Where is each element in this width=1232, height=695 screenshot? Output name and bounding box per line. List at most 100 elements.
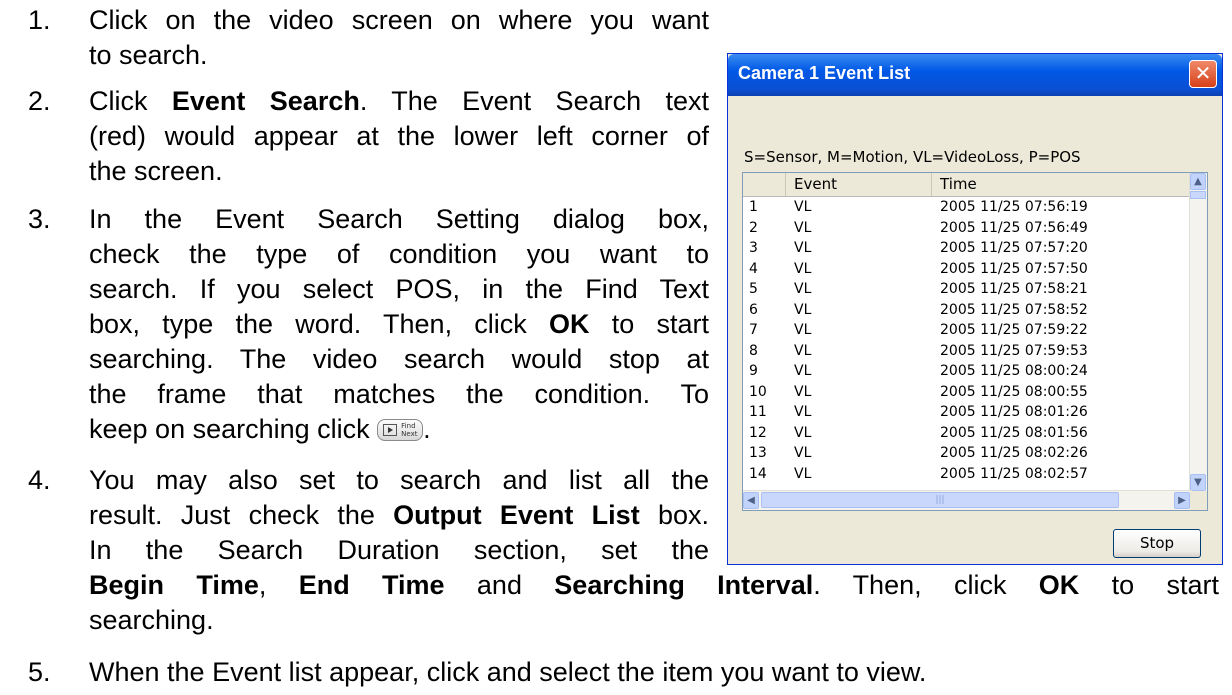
cell-time: 2005 11/25 08:00:55 <box>940 383 1088 400</box>
text-run: box. <box>639 500 709 530</box>
step-3: 3. In the Event Search Setting dialog bo… <box>28 202 709 452</box>
table-row[interactable]: 4 VL 2005 11/25 07:57:50 <box>743 259 1192 280</box>
step-text-line: search. If you select POS, in the Find T… <box>89 274 709 304</box>
bold-term: OK <box>549 309 590 339</box>
cell-time: 2005 11/25 08:00:24 <box>940 363 1088 379</box>
play-frame-icon <box>383 424 398 436</box>
cell-index: 3 <box>749 240 758 256</box>
cell-index: 12 <box>749 424 767 441</box>
cell-time: 2005 11/25 07:58:21 <box>940 281 1088 297</box>
step-text-line: the screen. <box>89 156 223 186</box>
column-header-index[interactable] <box>743 173 786 196</box>
step-text-line: searching. The video search would stop a… <box>89 344 709 374</box>
cell-event: VL <box>794 240 812 256</box>
text-run: Click <box>89 86 172 116</box>
table-row[interactable]: 13 VL 2005 11/25 08:02:26 <box>743 443 1192 464</box>
step-number: 5. <box>28 657 51 687</box>
cell-event: VL <box>794 404 812 420</box>
event-list-dialog: Camera 1 Event List ✕ S=Sensor, M=Motion… <box>727 53 1223 565</box>
horizontal-scroll-thumb[interactable]: ||| <box>761 492 1119 508</box>
scroll-up-icon[interactable]: ▲ <box>1190 173 1206 190</box>
step-5: 5. When the Event list appear, click and… <box>28 655 1218 691</box>
table-row[interactable]: 14 VL 2005 11/25 08:02:57 <box>743 464 1192 485</box>
scroll-corner <box>1190 491 1207 510</box>
table-row[interactable]: 2 VL 2005 11/25 07:56:49 <box>743 218 1192 239</box>
step-text-line: result. Just check the Output Event List… <box>89 498 709 533</box>
table-row[interactable]: 1 VL 2005 11/25 07:56:19 <box>743 197 1192 218</box>
cell-time: 2005 11/25 08:01:26 <box>940 404 1088 420</box>
stop-button[interactable]: Stop <box>1113 529 1201 558</box>
step-1: 1. Click on the video screen on where yo… <box>28 3 709 75</box>
find-next-button[interactable]: Find Next <box>377 419 424 441</box>
table-row[interactable]: 3 VL 2005 11/25 07:57:20 <box>743 238 1192 259</box>
cell-index: 4 <box>749 260 758 277</box>
event-legend: S=Sensor, M=Motion, VL=VideoLoss, P=POS <box>744 148 1081 166</box>
table-row[interactable]: 7 VL 2005 11/25 07:59:22 <box>743 320 1192 341</box>
cell-time: 2005 11/25 07:58:52 <box>940 301 1088 318</box>
table-row[interactable]: 6 VL 2005 11/25 07:58:52 <box>743 300 1192 321</box>
cell-index: 7 <box>749 322 758 338</box>
cell-event: VL <box>794 199 812 215</box>
table-header: Event Time <box>743 173 1192 197</box>
step-text-line: Begin Time, End Time and Searching Inter… <box>89 568 1219 603</box>
vertical-scroll-thumb[interactable] <box>1190 191 1206 199</box>
step-text-line: When the Event list appear, click and se… <box>89 657 927 687</box>
table-row[interactable]: 12 VL 2005 11/25 08:01:56 <box>743 423 1192 444</box>
table-row[interactable]: 11 VL 2005 11/25 08:01:26 <box>743 402 1192 423</box>
scroll-right-icon[interactable]: ▶ <box>1174 492 1190 509</box>
cell-time: 2005 11/25 07:56:49 <box>940 219 1088 236</box>
step-text-line: In the Search Duration section, set the <box>89 535 709 565</box>
cell-event: VL <box>794 301 812 318</box>
step-number: 1. <box>28 5 51 35</box>
cell-event: VL <box>794 322 812 338</box>
horizontal-scrollbar[interactable]: ◀ ||| ▶ <box>743 490 1192 510</box>
scroll-down-icon[interactable]: ▼ <box>1190 474 1206 491</box>
table-row[interactable]: 9 VL 2005 11/25 08:00:24 <box>743 361 1192 382</box>
cell-time: 2005 11/25 07:59:53 <box>940 342 1088 359</box>
cell-event: VL <box>794 445 812 461</box>
cell-index: 6 <box>749 301 758 318</box>
step-2: 2. Click Event Search. The Event Search … <box>28 84 709 194</box>
cell-event: VL <box>794 342 812 359</box>
step-text-line: searching. <box>89 605 214 635</box>
table-row[interactable]: 8 VL 2005 11/25 07:59:53 <box>743 341 1192 362</box>
column-header-time[interactable]: Time <box>932 173 1192 196</box>
column-header-event[interactable]: Event <box>786 173 932 196</box>
cell-time: 2005 11/25 07:57:50 <box>940 260 1088 277</box>
cell-event: VL <box>794 424 812 441</box>
table-row[interactable]: 5 VL 2005 11/25 07:58:21 <box>743 279 1192 300</box>
text-run: , <box>258 570 299 600</box>
text-run: result. Just check the <box>89 500 394 530</box>
cell-index: 13 <box>749 445 767 461</box>
bold-term: Event Search <box>171 86 360 116</box>
step-text-line: keep on searching click Find Next . <box>89 412 709 447</box>
vertical-scrollbar[interactable]: ▲ ▼ <box>1189 173 1207 491</box>
bold-term: Output Event List <box>393 500 640 530</box>
cell-time: 2005 11/25 07:56:19 <box>940 199 1088 215</box>
step-number: 3. <box>28 204 51 234</box>
cell-time: 2005 11/25 08:01:56 <box>940 424 1088 441</box>
dialog-title: Camera 1 Event List <box>738 63 911 83</box>
cell-event: VL <box>794 260 812 277</box>
step-number: 2. <box>28 86 51 116</box>
text-run: . The Event Search text <box>359 86 709 116</box>
cell-time: 2005 11/25 08:02:57 <box>940 465 1088 482</box>
table-row[interactable]: 10 VL 2005 11/25 08:00:55 <box>743 382 1192 403</box>
cell-index: 10 <box>749 383 767 400</box>
cell-time: 2005 11/25 08:02:26 <box>940 445 1088 461</box>
step-text-line: (red) would appear at the lower left cor… <box>89 121 709 151</box>
close-icon[interactable]: ✕ <box>1189 60 1217 88</box>
bold-term: End Time <box>298 570 445 600</box>
bold-term: OK <box>1038 570 1080 600</box>
text-run: keep on searching click <box>89 414 370 444</box>
bold-term: Searching Interval <box>554 570 814 600</box>
cell-index: 11 <box>749 404 767 420</box>
cell-event: VL <box>794 363 812 379</box>
scroll-left-icon[interactable]: ◀ <box>743 492 759 509</box>
cell-index: 14 <box>749 465 767 482</box>
step-text-line: box, type the word. Then, click OK to st… <box>89 307 709 342</box>
cell-index: 9 <box>749 363 758 379</box>
text-run: . Then, click <box>813 570 1039 600</box>
dialog-titlebar[interactable]: Camera 1 Event List ✕ <box>728 54 1222 96</box>
step-text-line: Click on the video screen on where you w… <box>89 5 709 35</box>
